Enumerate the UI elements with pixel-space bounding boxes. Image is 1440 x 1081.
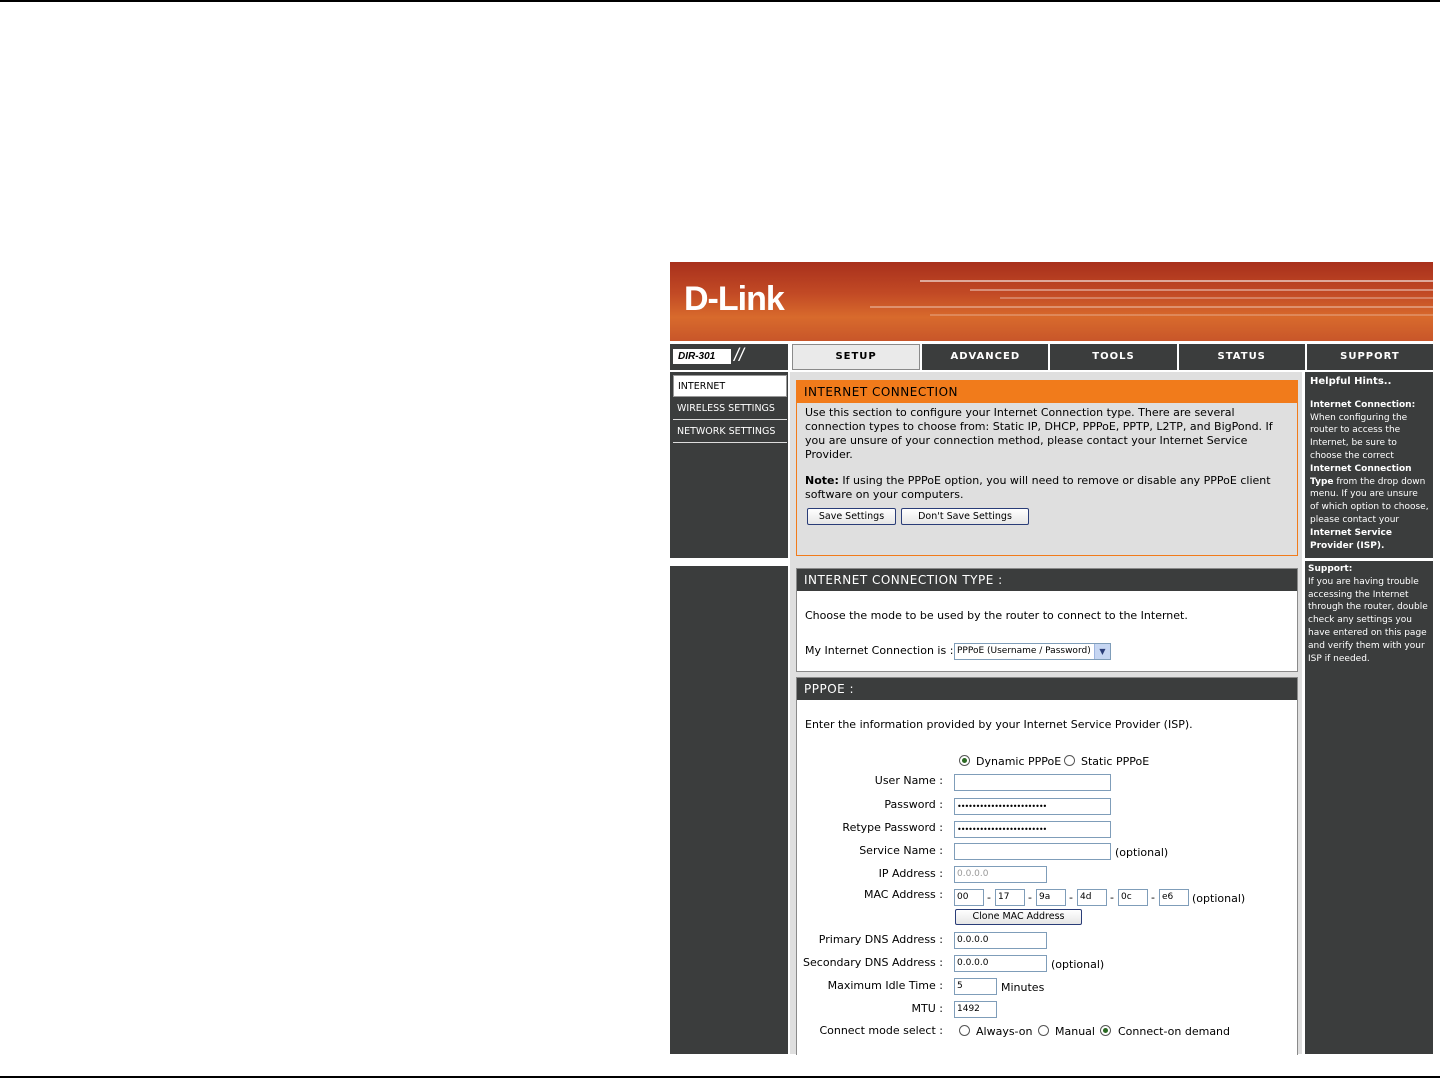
password-label: Password : xyxy=(884,798,943,811)
ip-address-label: IP Address : xyxy=(878,867,943,880)
tab-advanced[interactable]: ADVANCED xyxy=(922,344,1049,370)
mac-octet-5[interactable]: 0c xyxy=(1118,889,1148,906)
pppoe-desc: Enter the information provided by your I… xyxy=(805,718,1193,731)
hint-text-d: Internet Service Provider (ISP). xyxy=(1310,527,1392,551)
clone-mac-address-button[interactable]: Clone MAC Address xyxy=(955,909,1082,925)
bottom-rule xyxy=(0,1076,1440,1078)
max-idle-time-label: Maximum Idle Time : xyxy=(827,979,943,992)
panel-title: INTERNET CONNECTION TYPE : xyxy=(797,569,1297,591)
mac-separator: - xyxy=(987,891,991,904)
note-text: Note: If using the PPPoE option, you wil… xyxy=(797,471,1297,505)
static-pppoe-label: Static PPPoE xyxy=(1081,755,1150,768)
dont-save-settings-button[interactable]: Don't Save Settings xyxy=(901,508,1029,525)
mtu-label: MTU : xyxy=(911,1002,943,1015)
d-link-logo: D-Link xyxy=(684,280,785,318)
mac-octet-4[interactable]: 4d xyxy=(1077,889,1107,906)
primary-dns-input[interactable]: 0.0.0.0 xyxy=(954,932,1047,949)
banner: D-Link xyxy=(670,262,1433,341)
pppoe-panel: PPPOE : Enter the information provided b… xyxy=(796,677,1298,1055)
manual-label: Manual xyxy=(1055,1025,1095,1038)
connect-on-demand-label: Connect-on demand xyxy=(1118,1025,1231,1038)
save-settings-button[interactable]: Save Settings xyxy=(807,508,896,525)
connection-type-panel: INTERNET CONNECTION TYPE : Choose the mo… xyxy=(796,568,1298,672)
helpful-hints: Helpful Hints.. Internet Connection: Whe… xyxy=(1305,372,1433,558)
mac-octet-2[interactable]: 17 xyxy=(995,889,1025,906)
nav-internet[interactable]: INTERNET xyxy=(673,375,787,397)
tab-support[interactable]: SUPPORT xyxy=(1306,344,1434,370)
service-name-input[interactable] xyxy=(954,843,1111,860)
support-text: If you are having trouble accessing the … xyxy=(1308,576,1428,664)
idle-unit-label: Minutes xyxy=(1001,981,1045,994)
mac-octet-1[interactable]: 00 xyxy=(954,889,984,906)
dns2-optional: (optional) xyxy=(1051,958,1105,971)
tab-status[interactable]: STATUS xyxy=(1178,344,1305,370)
always-on-radio[interactable] xyxy=(959,1025,970,1036)
router-admin-screenshot: D-Link DIR-301 // SETUP ADVANCED TOOLS S… xyxy=(670,262,1434,1055)
model-badge: DIR-301 // xyxy=(670,344,788,370)
mac-octet-3[interactable]: 9a xyxy=(1036,889,1066,906)
secondary-dns-label: Secondary DNS Address : xyxy=(803,956,943,969)
support-hints: Support: If you are having trouble acces… xyxy=(1305,561,1433,1054)
model-label: DIR-301 xyxy=(673,349,731,364)
intro-text: Use this section to configure your Inter… xyxy=(805,406,1273,461)
primary-dns-label: Primary DNS Address : xyxy=(818,933,943,946)
mac-optional: (optional) xyxy=(1192,892,1246,905)
mac-separator: - xyxy=(1110,891,1114,904)
static-pppoe-radio[interactable] xyxy=(1064,755,1075,766)
dynamic-pppoe-radio[interactable] xyxy=(959,755,970,766)
mac-separator: - xyxy=(1028,891,1032,904)
mac-address-label: MAC Address : xyxy=(863,888,943,901)
hint-text-a: When configuring the router to access th… xyxy=(1310,412,1408,461)
mtu-input[interactable]: 1492 xyxy=(954,1001,997,1018)
mac-octet-6[interactable]: e6 xyxy=(1159,889,1189,906)
tab-setup[interactable]: SETUP xyxy=(792,344,921,370)
chevron-down-icon[interactable]: ▼ xyxy=(1094,644,1110,659)
password-input[interactable]: •••••••••••••••••••••••• xyxy=(954,798,1111,815)
service-name-label: Service Name : xyxy=(859,844,943,857)
hints-title: Helpful Hints.. xyxy=(1310,376,1392,387)
nav-wireless-settings[interactable]: WIRELESS SETTINGS xyxy=(673,398,787,420)
panel-title: INTERNET CONNECTION xyxy=(797,381,1297,403)
left-nav: INTERNET WIRELESS SETTINGS NETWORK SETTI… xyxy=(670,372,788,558)
connection-type-desc: Choose the mode to be used by the router… xyxy=(805,609,1188,622)
note-body: If using the PPPoE option, you will need… xyxy=(805,474,1271,501)
connect-on-demand-radio[interactable] xyxy=(1100,1025,1111,1036)
connection-type-label: My Internet Connection is : xyxy=(805,644,954,657)
connect-mode-label: Connect mode select : xyxy=(819,1024,943,1037)
note-label: Note: xyxy=(805,474,839,487)
tab-tools[interactable]: TOOLS xyxy=(1050,344,1177,370)
slashes-decoration: // xyxy=(734,345,745,365)
mac-separator: - xyxy=(1151,891,1155,904)
left-nav-lower xyxy=(670,566,788,1054)
hint-heading: Internet Connection: xyxy=(1310,399,1416,410)
mac-separator: - xyxy=(1069,891,1073,904)
main-content: INTERNET CONNECTION Use this section to … xyxy=(790,372,1302,1055)
user-name-label: User Name : xyxy=(874,774,943,787)
support-heading: Support: xyxy=(1308,564,1353,574)
service-optional: (optional) xyxy=(1115,846,1169,859)
nav-network-settings[interactable]: NETWORK SETTINGS xyxy=(673,421,787,443)
always-on-label: Always-on xyxy=(976,1025,1033,1038)
hint-text: When configuring the router to access th… xyxy=(1310,412,1429,553)
internet-connection-panel: INTERNET CONNECTION Use this section to … xyxy=(796,380,1298,556)
selected-value: PPPoE (Username / Password) xyxy=(957,646,1091,656)
secondary-dns-input[interactable]: 0.0.0.0 xyxy=(954,955,1047,972)
ip-address-input[interactable]: 0.0.0.0 xyxy=(954,866,1047,883)
top-rule xyxy=(0,0,1440,2)
retype-password-label: Retype Password : xyxy=(842,821,943,834)
connection-type-select[interactable]: PPPoE (Username / Password) ▼ xyxy=(954,643,1111,660)
top-tabs: SETUP ADVANCED TOOLS STATUS SUPPORT xyxy=(790,344,1434,370)
retype-password-input[interactable]: •••••••••••••••••••••••• xyxy=(954,821,1111,838)
dynamic-pppoe-label: Dynamic PPPoE xyxy=(976,755,1062,768)
panel-title: PPPOE : xyxy=(797,678,1297,700)
max-idle-time-input[interactable]: 5 xyxy=(954,978,997,995)
user-name-input[interactable] xyxy=(954,774,1111,791)
manual-radio[interactable] xyxy=(1038,1025,1049,1036)
